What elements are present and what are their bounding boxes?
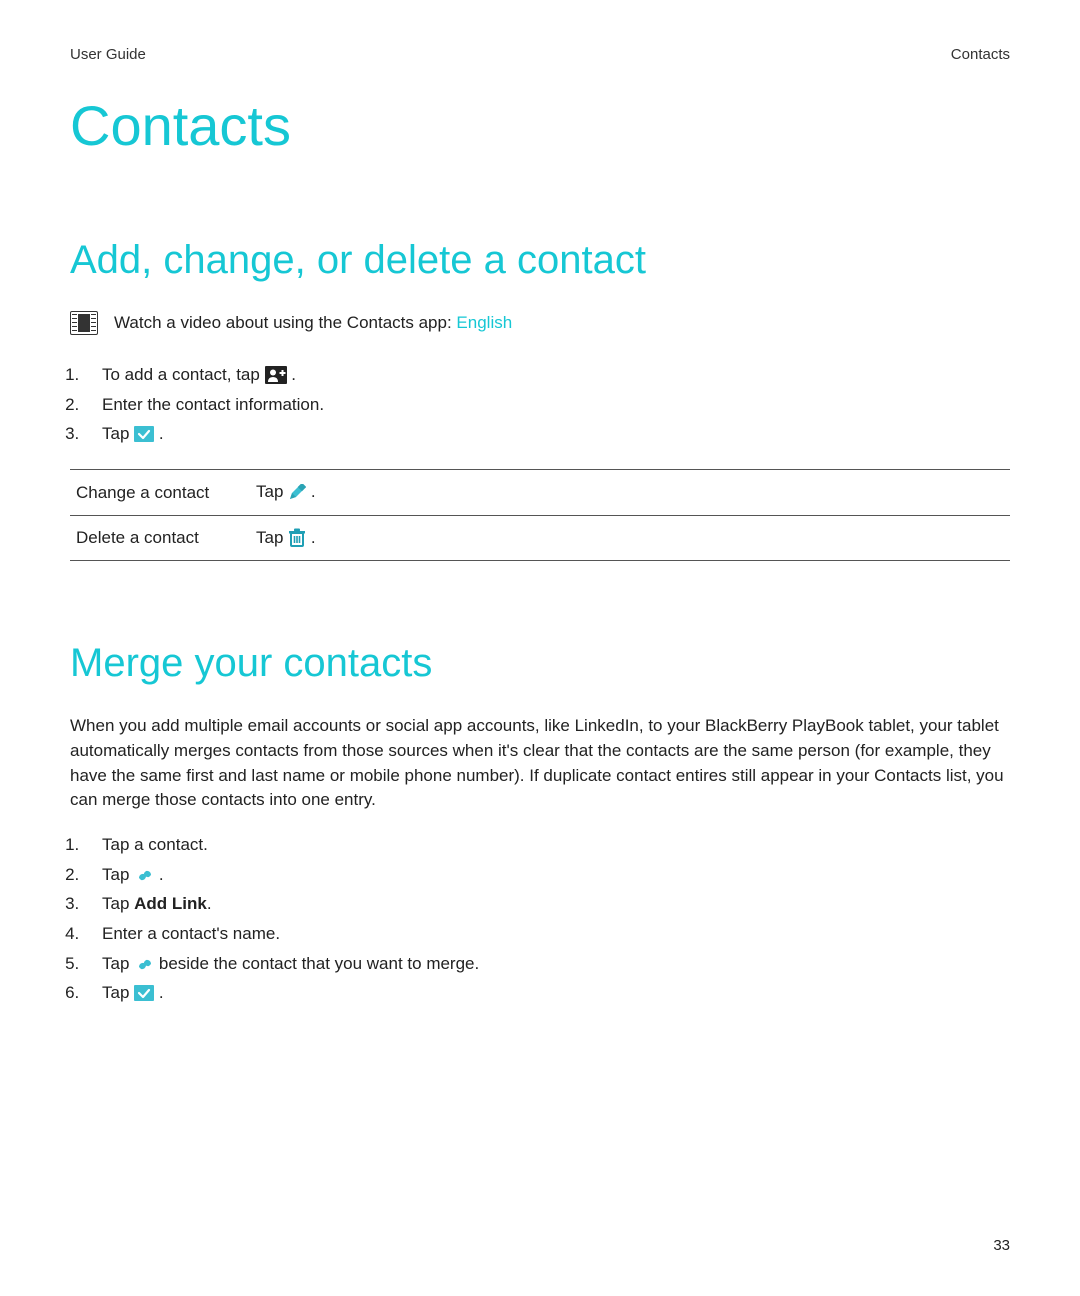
add-contact-steps: To add a contact, tap . Enter the contac… (70, 363, 1010, 447)
change-contact-value: Tap . (256, 482, 1004, 503)
merge-steps: Tap a contact. Tap . Tap Add Link. Enter… (70, 833, 1010, 1006)
merge-step-3: Tap Add Link. (84, 892, 1010, 917)
merge-step-2: Tap . (84, 863, 1010, 888)
video-text: Watch a video about using the Contacts a… (114, 313, 512, 333)
link-icon (134, 862, 154, 887)
contact-actions-table: Change a contact Tap . Delete a contact … (70, 469, 1010, 561)
step-text: Tap (102, 894, 134, 913)
step-text: To add a contact, tap (102, 365, 265, 384)
merge-step-5: Tap beside the contact that you want to … (84, 952, 1010, 977)
step-text: Tap (102, 954, 134, 973)
delete-contact-value: Tap . (256, 528, 1004, 549)
step-text-tail: . (287, 365, 296, 384)
step-text: Tap (102, 865, 134, 884)
merge-step-6: Tap . (84, 981, 1010, 1006)
section-heading-merge: Merge your contacts (70, 641, 1010, 686)
header-right: Contacts (951, 46, 1010, 63)
video-icon (70, 311, 98, 335)
step-text: Tap (102, 983, 134, 1002)
trash-icon (288, 527, 306, 547)
change-contact-label: Change a contact (76, 483, 256, 503)
page-number: 33 (993, 1237, 1010, 1254)
merge-paragraph: When you add multiple email accounts or … (70, 714, 1010, 813)
add-link-bold: Add Link (134, 894, 207, 913)
table-row-change: Change a contact Tap . (70, 470, 1010, 516)
pencil-icon (288, 482, 306, 502)
step-text: Tap (102, 424, 134, 443)
tap-text-tail: . (306, 482, 315, 501)
step-text-tail: . (207, 894, 212, 913)
tap-text: Tap (256, 482, 288, 501)
video-callout: Watch a video about using the Contacts a… (70, 311, 1010, 335)
check-icon (134, 422, 154, 447)
merge-step-4: Enter a contact's name. (84, 922, 1010, 947)
section-heading-add-change-delete: Add, change, or delete a contact (70, 238, 1010, 283)
tap-text-tail: . (306, 528, 315, 547)
step-text-tail: beside the contact that you want to merg… (154, 954, 479, 973)
check-icon (134, 981, 154, 1006)
step-text-tail: . (154, 983, 163, 1002)
video-link-english[interactable]: English (456, 313, 512, 332)
tap-text: Tap (256, 528, 288, 547)
delete-contact-label: Delete a contact (76, 528, 256, 548)
header-left: User Guide (70, 46, 146, 63)
video-prefix: Watch a video about using the Contacts a… (114, 313, 456, 332)
step-3: Tap . (84, 422, 1010, 447)
merge-step-1: Tap a contact. (84, 833, 1010, 858)
link-icon (134, 951, 154, 976)
step-text-tail: . (154, 424, 163, 443)
running-header: User Guide Contacts (70, 46, 1010, 63)
add-contact-icon (265, 362, 287, 387)
table-row-delete: Delete a contact Tap . (70, 516, 1010, 562)
step-text-tail: . (154, 865, 163, 884)
step-1: To add a contact, tap . (84, 363, 1010, 388)
page-title: Contacts (70, 93, 1010, 158)
step-2: Enter the contact information. (84, 393, 1010, 418)
